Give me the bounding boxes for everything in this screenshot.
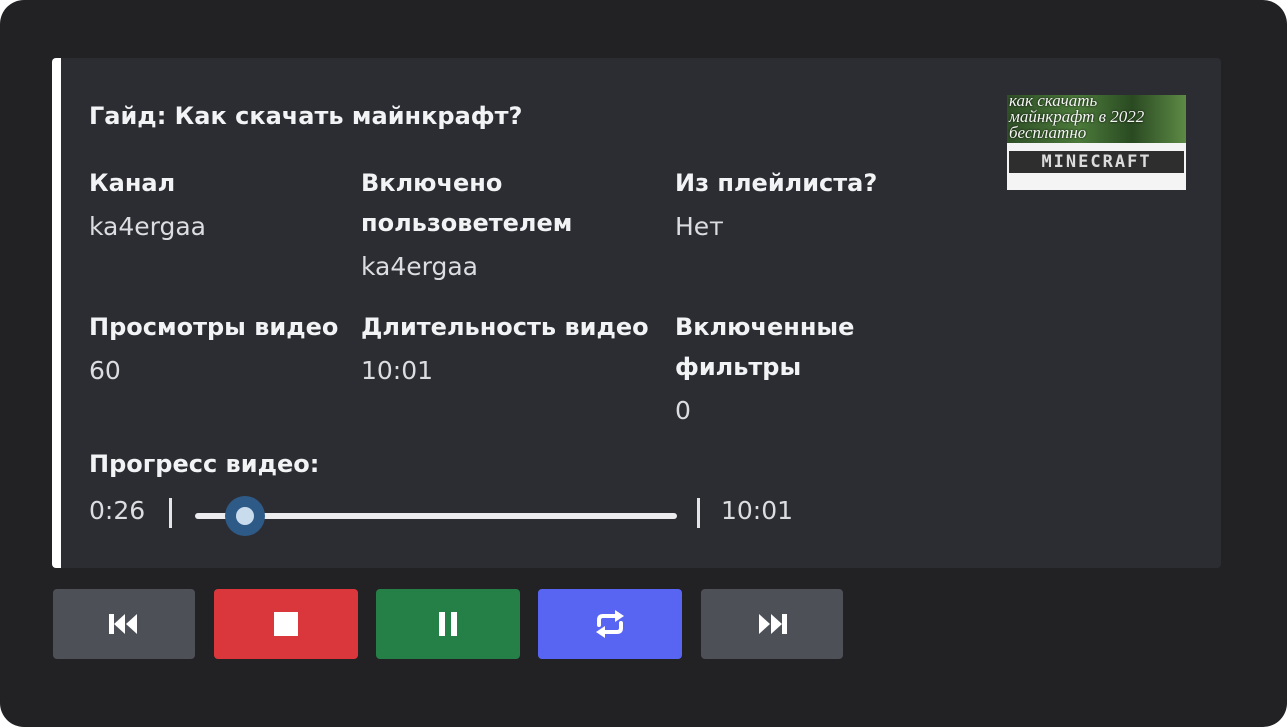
thumbnail-logo: MINECRAFT: [1009, 151, 1184, 173]
progress-end-marker: [697, 498, 700, 528]
embed-title: Гайд: Как скачать майнкрафт?: [89, 102, 523, 130]
field-value: 10:01: [361, 356, 434, 385]
music-player-embed: Гайд: Как скачать майнкрафт? MINECRAFT к…: [52, 58, 1221, 568]
field-value: ka4ergaa: [361, 252, 478, 281]
field-value: 60: [89, 356, 121, 385]
pause-icon: [439, 612, 457, 636]
skip-next-icon: [759, 614, 787, 634]
field-name: Просмотры видео: [89, 313, 339, 341]
embed-accent-bar: [52, 58, 61, 568]
message-frame: Гайд: Как скачать майнкрафт? MINECRAFT к…: [0, 0, 1287, 727]
thumbnail-caption: как скачать майнкрафт в 2022 бесплатно: [1009, 95, 1145, 142]
field-name: Включенные фильтры: [675, 313, 855, 381]
field-from-playlist: Из плейлиста? Нет: [675, 163, 935, 249]
loop-button[interactable]: [538, 589, 682, 659]
pause-button[interactable]: [376, 589, 520, 659]
field-value: Нет: [675, 212, 724, 241]
field-name: Включено пользоветелем: [361, 169, 573, 237]
field-duration: Длительность видео 10:01: [361, 307, 661, 393]
field-views: Просмотры видео 60: [89, 307, 359, 393]
progress-start-marker: [169, 498, 172, 528]
field-name: Канал: [89, 169, 176, 197]
previous-button[interactable]: [53, 589, 195, 659]
field-name: Из плейлиста?: [675, 169, 878, 197]
video-thumbnail[interactable]: MINECRAFT как скачать майнкрафт в 2022 б…: [1007, 95, 1186, 190]
stop-icon: [274, 612, 298, 636]
field-channel: Канал ka4ergaa: [89, 163, 339, 249]
field-value: 0: [675, 396, 691, 425]
stop-button[interactable]: [214, 589, 358, 659]
progress-track[interactable]: [195, 513, 677, 519]
progress-current-time: 0:26: [89, 496, 146, 525]
progress-knob[interactable]: [224, 496, 265, 536]
progress-total-time: 10:01: [721, 496, 794, 525]
next-button[interactable]: [701, 589, 843, 659]
field-filters: Включенные фильтры 0: [675, 307, 875, 433]
skip-previous-icon: [109, 614, 137, 634]
field-name: Длительность видео: [361, 313, 649, 341]
repeat-icon: [596, 610, 624, 638]
field-value: ka4ergaa: [89, 212, 206, 241]
progress-label: Прогресс видео:: [89, 450, 320, 478]
field-requested-by: Включено пользоветелем ka4ergaa: [361, 163, 601, 289]
